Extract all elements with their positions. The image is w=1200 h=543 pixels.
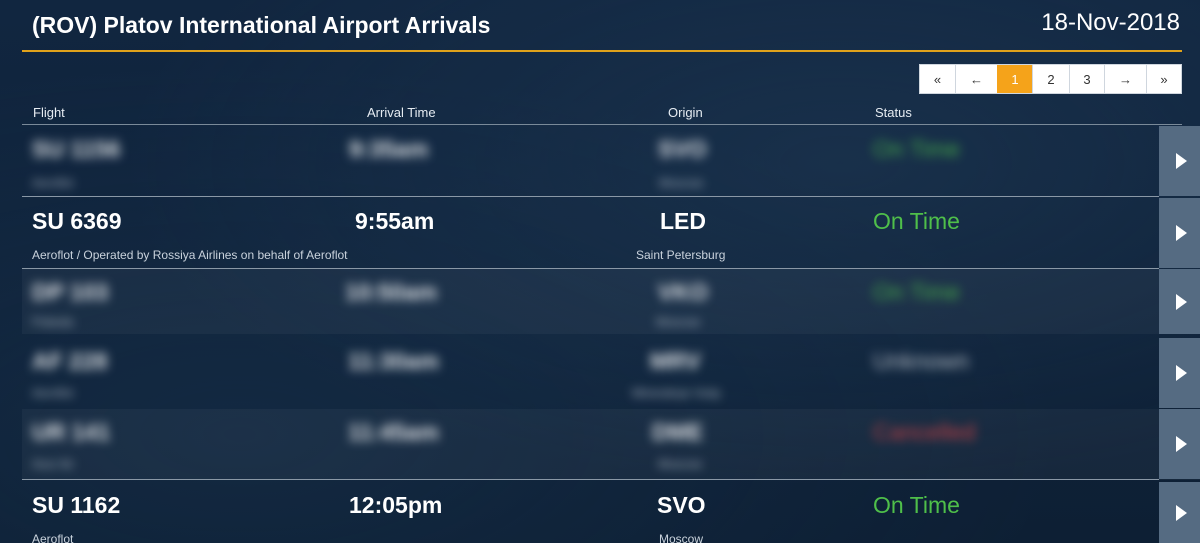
arrival-time: 11:45am [348,419,439,445]
origin-code: VKO [658,279,708,305]
pagination: « ← 1 2 3 → » [919,64,1182,94]
current-date: 18-Nov-2018 [1041,9,1180,36]
origin-code: MRV [650,348,701,374]
arrival-time: 11:30am [348,348,439,374]
row-details-button[interactable] [1159,198,1200,268]
last-page-button[interactable]: » [1146,65,1181,93]
origin-city: Moscow [659,176,704,190]
origin-city: Moscow [659,532,704,543]
arrival-time: 12:05pm [349,492,443,518]
flight-status: Unknown [873,348,969,374]
play-arrow-icon [1176,293,1187,310]
origin-city: Moscow [658,457,703,471]
flight-row[interactable]: UR 141 Azur Air 11:45am DME Moscow Cance… [22,409,1200,480]
flight-row[interactable]: SU 6369 Aeroflot / Operated by Rossiya A… [22,198,1200,269]
flight-status: On Time [873,136,960,162]
flight-number: DP 103 [32,279,109,305]
play-arrow-icon [1176,365,1187,381]
page-header: (ROV) Platov International Airport Arriv… [22,0,1182,52]
flight-status: Cancelled [873,419,976,445]
flight-row[interactable]: SU 1162 Aeroflot 12:05pm SVO Moscow On T… [22,482,1200,543]
play-arrow-icon [1176,436,1187,452]
flight-status: On Time [873,208,960,234]
col-header-flight: Flight [33,105,65,120]
play-arrow-icon [1176,225,1187,241]
row-details-button[interactable] [1159,409,1200,479]
origin-city: Moscow [656,315,701,329]
airline-name: Azur Air [32,457,75,471]
row-details-button[interactable] [1159,126,1200,196]
flight-row[interactable]: DP 103 Pobeda 10:50am VKO Moscow On Time [22,269,1200,334]
row-divider [22,479,1159,480]
col-header-arrival: Arrival Time [367,105,436,120]
airline-name: Aeroflot [32,176,74,190]
airline-name: Aeroflot [32,386,74,400]
flight-number: AF 228 [32,348,108,374]
flight-number: SU 1162 [32,492,121,518]
play-arrow-icon [1176,504,1187,521]
flight-status: On Time [873,492,960,518]
arrival-time: 9:35am [349,136,429,162]
airline-name: Pobeda [32,315,74,329]
page-3-button[interactable]: 3 [1069,65,1104,93]
flight-row[interactable]: SU 1156 Aeroflot 9:35am SVO Moscow On Ti… [22,126,1200,197]
origin-city: Saint Petersburg [636,248,726,262]
col-header-status: Status [875,105,912,120]
flight-number: SU 1156 [32,136,121,162]
row-details-button[interactable] [1159,482,1200,543]
row-divider [22,196,1159,197]
arrival-time: 9:55am [355,208,435,234]
origin-code: LED [660,208,706,234]
flight-row[interactable]: AF 228 Aeroflot 11:30am MRV Mineralnye V… [22,338,1200,408]
flight-number: UR 141 [32,419,110,445]
airline-name: Aeroflot [32,532,74,543]
col-header-origin: Origin [668,105,703,120]
first-page-button[interactable]: « [920,65,955,93]
row-details-button[interactable] [1159,338,1200,408]
header-divider [22,124,1182,125]
next-page-button[interactable]: → [1104,65,1146,93]
row-details-button[interactable] [1159,269,1200,334]
flight-number: SU 6369 [32,208,122,234]
origin-city: Mineralnye Vody [632,386,721,400]
origin-code: DME [652,419,704,445]
page-title: (ROV) Platov International Airport Arriv… [32,12,491,38]
origin-code: SVO [658,136,707,162]
airline-name: Aeroflot / Operated by Rossiya Airlines … [32,248,348,262]
arrival-time: 10:50am [345,279,438,305]
page-1-button[interactable]: 1 [997,65,1032,93]
origin-code: SVO [657,492,706,518]
flight-status: On Time [873,279,960,305]
prev-page-button[interactable]: ← [955,65,997,93]
page-2-button[interactable]: 2 [1032,65,1069,93]
play-arrow-icon [1176,153,1187,169]
